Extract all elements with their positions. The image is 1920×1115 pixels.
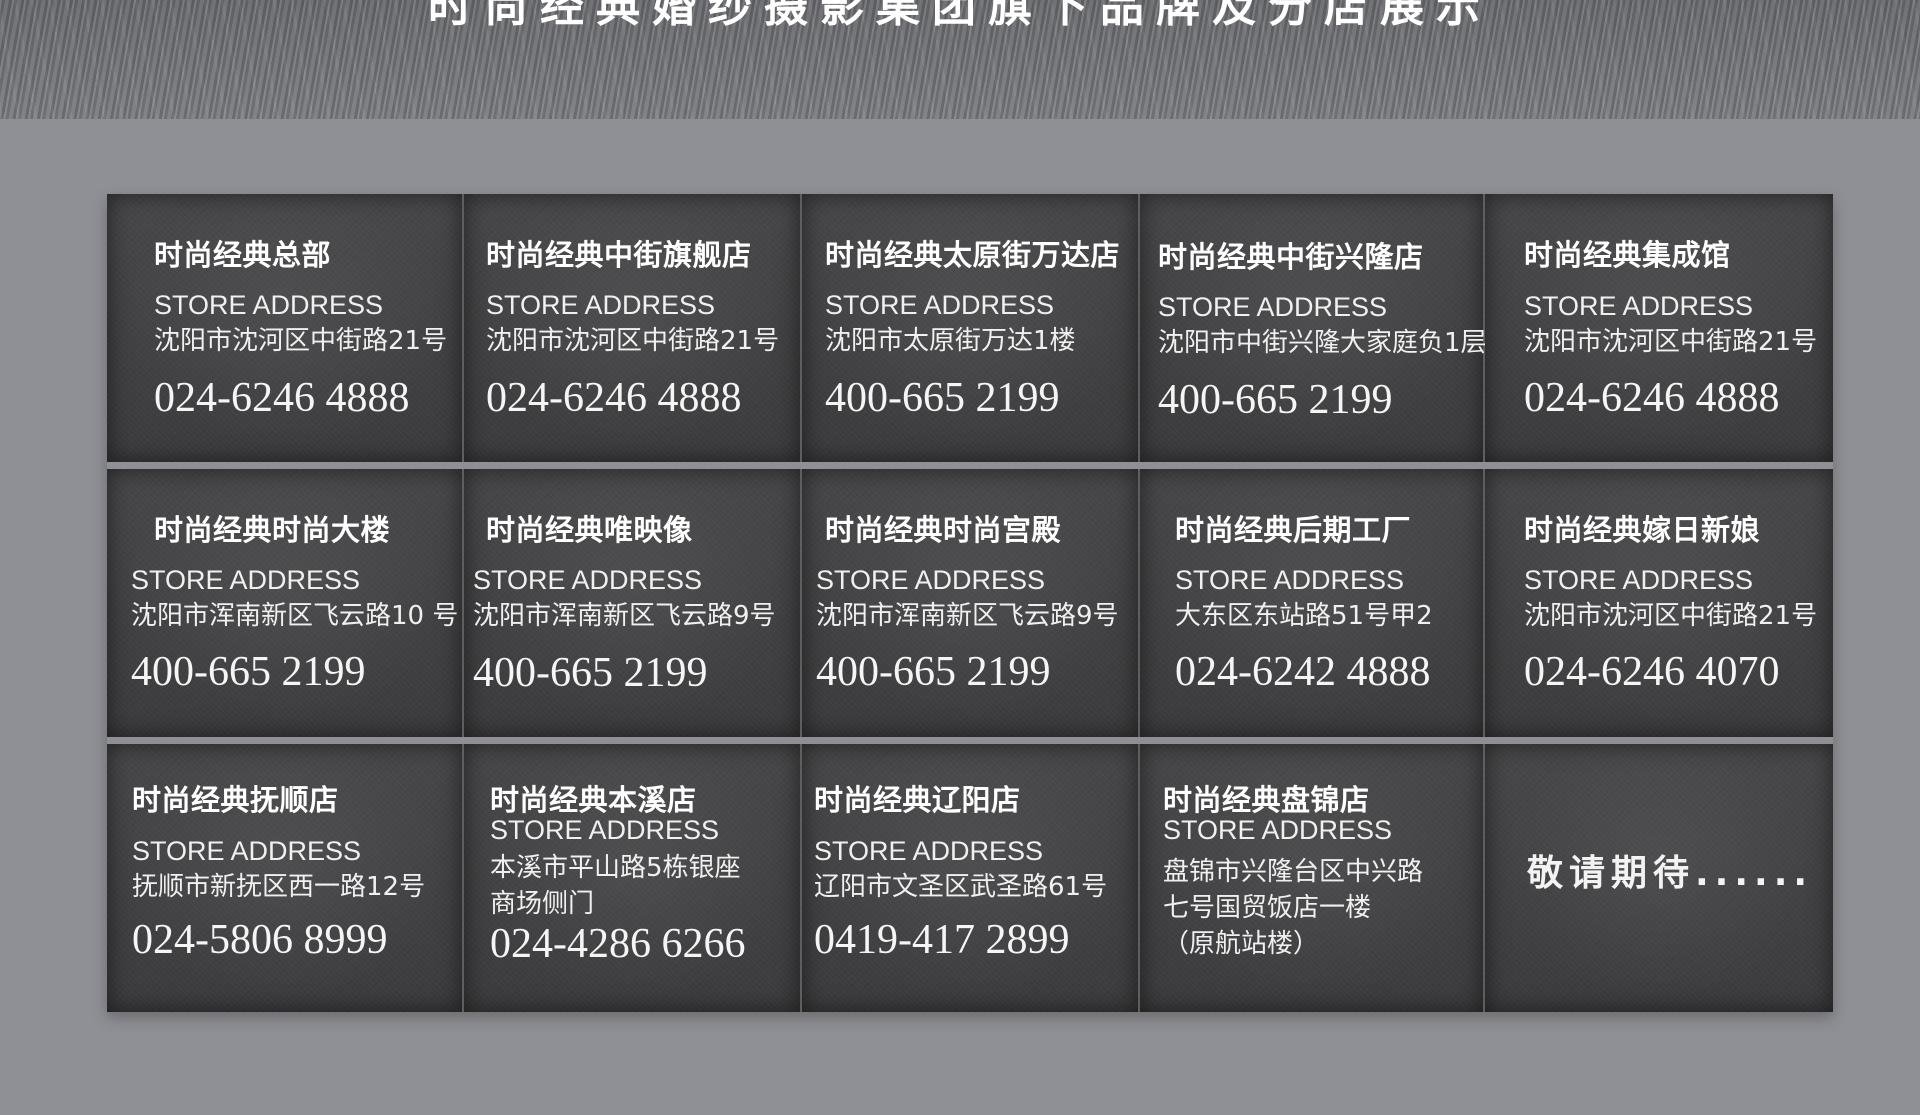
coming-soon-text: 敬请期待...... <box>1527 853 1814 894</box>
coming-soon-card: 敬请期待...... <box>1485 744 1833 1012</box>
store-address-label: STORE ADDRESS <box>814 836 1044 866</box>
store-phone: 400-665 2199 <box>131 649 366 695</box>
store-card: 时尚经典盘锦店 STORE ADDRESS 盘锦市兴隆台区中兴路 七号国贸饭店一… <box>1140 744 1485 1012</box>
store-address-line: 七号国贸饭店一楼 <box>1163 893 1372 923</box>
store-phone: 400-665 2199 <box>816 649 1051 695</box>
store-card: 时尚经典本溪店 STORE ADDRESS 本溪市平山路5栋银座 商场侧门 02… <box>464 744 802 1012</box>
store-phone: 024-6246 4888 <box>1524 375 1780 421</box>
store-card: 时尚经典总部 STORE ADDRESS 沈阳市沈河区中街路21号 024-62… <box>107 194 464 462</box>
store-grid: 时尚经典总部 STORE ADDRESS 沈阳市沈河区中街路21号 024-62… <box>107 194 1833 1012</box>
store-address-label: STORE ADDRESS <box>825 290 1055 320</box>
page-title: 时尚经典婚纱摄影集团旗下品牌及分店展示 <box>428 0 1492 32</box>
store-phone: 400-665 2199 <box>825 375 1060 421</box>
store-phone: 400-665 2199 <box>473 650 708 696</box>
store-row: 时尚经典时尚大楼 STORE ADDRESS 沈阳市浑南新区飞云路10 号 40… <box>107 469 1833 737</box>
store-address-line: 本溪市平山路5栋银座 <box>490 853 741 883</box>
store-address-line: 商场侧门 <box>490 889 595 919</box>
store-address-label: STORE ADDRESS <box>1175 565 1405 595</box>
store-name: 时尚经典后期工厂 <box>1175 513 1412 547</box>
store-address: 沈阳市沈河区中街路21号 <box>154 326 448 356</box>
store-card: 时尚经典太原街万达店 STORE ADDRESS 沈阳市太原街万达1楼 400-… <box>802 194 1140 462</box>
store-card: 时尚经典唯映像 STORE ADDRESS 沈阳市浑南新区飞云路9号 400-6… <box>464 469 802 737</box>
store-address-label: STORE ADDRESS <box>1524 291 1754 321</box>
store-name: 时尚经典抚顺店 <box>132 783 339 817</box>
store-address: 盘锦市兴隆台区中兴路 七号国贸饭店一楼 （原航站楼） <box>1163 854 1423 962</box>
store-address-label: STORE ADDRESS <box>131 565 361 595</box>
store-name: 时尚经典总部 <box>154 238 332 272</box>
store-row: 时尚经典总部 STORE ADDRESS 沈阳市沈河区中街路21号 024-62… <box>107 194 1833 462</box>
store-address-label: STORE ADDRESS <box>132 836 362 866</box>
store-address-label: STORE ADDRESS <box>154 290 384 320</box>
store-phone: 024-6246 4070 <box>1524 649 1780 695</box>
store-card: 时尚经典辽阳店 STORE ADDRESS 辽阳市文圣区武圣路61号 0419-… <box>802 744 1140 1012</box>
store-address-label: STORE ADDRESS <box>486 290 716 320</box>
store-phone: 024-4286 6266 <box>490 921 746 967</box>
header-banner: 时尚经典婚纱摄影集团旗下品牌及分店展示 <box>0 0 1920 119</box>
store-address: 沈阳市沈河区中街路21号 <box>1524 327 1818 357</box>
store-phone: 024-6242 4888 <box>1175 649 1431 695</box>
store-name: 时尚经典中街旗舰店 <box>486 238 752 272</box>
store-name: 时尚经典太原街万达店 <box>825 238 1121 272</box>
store-address-label: STORE ADDRESS <box>1524 565 1754 595</box>
store-phone: 024-6246 4888 <box>486 375 742 421</box>
store-address-line: （原航站楼） <box>1163 929 1320 959</box>
store-card: 时尚经典中街旗舰店 STORE ADDRESS 沈阳市沈河区中街路21号 024… <box>464 194 802 462</box>
store-name: 时尚经典时尚宫殿 <box>825 513 1062 547</box>
store-card: 时尚经典后期工厂 STORE ADDRESS 大东区东站路51号甲2 024-6… <box>1140 469 1485 737</box>
store-address: 沈阳市浑南新区飞云路9号 <box>816 601 1119 631</box>
store-address: 本溪市平山路5栋银座 商场侧门 <box>490 850 741 922</box>
store-address-label: STORE ADDRESS <box>1158 292 1388 322</box>
store-address-label: STORE ADDRESS <box>816 565 1046 595</box>
store-card: 时尚经典时尚大楼 STORE ADDRESS 沈阳市浑南新区飞云路10 号 40… <box>107 469 464 737</box>
store-phone: 0419-417 2899 <box>814 917 1070 963</box>
store-address: 抚顺市新抚区西一路12号 <box>132 872 426 902</box>
store-address: 沈阳市沈河区中街路21号 <box>486 326 780 356</box>
store-card: 时尚经典嫁日新娘 STORE ADDRESS 沈阳市沈河区中街路21号 024-… <box>1485 469 1833 737</box>
store-address: 沈阳市沈河区中街路21号 <box>1524 601 1818 631</box>
store-card: 时尚经典集成馆 STORE ADDRESS 沈阳市沈河区中街路21号 024-6… <box>1485 194 1833 462</box>
store-name: 时尚经典本溪店 <box>490 783 697 817</box>
store-address-label: STORE ADDRESS <box>473 565 703 595</box>
store-row: 时尚经典抚顺店 STORE ADDRESS 抚顺市新抚区西一路12号 024-5… <box>107 744 1833 1012</box>
store-name: 时尚经典唯映像 <box>486 513 693 547</box>
store-phone: 400-665 2199 <box>1158 377 1393 423</box>
store-phone: 024-6246 4888 <box>154 375 410 421</box>
store-card: 时尚经典抚顺店 STORE ADDRESS 抚顺市新抚区西一路12号 024-5… <box>107 744 464 1012</box>
store-name: 时尚经典嫁日新娘 <box>1524 513 1761 547</box>
store-name: 时尚经典中街兴隆店 <box>1158 240 1424 274</box>
store-address: 沈阳市浑南新区飞云路9号 <box>473 601 776 631</box>
store-name: 时尚经典时尚大楼 <box>154 513 391 547</box>
store-address: 沈阳市中街兴隆大家庭负1层 <box>1158 328 1487 358</box>
store-name: 时尚经典集成馆 <box>1524 238 1731 272</box>
store-card: 时尚经典时尚宫殿 STORE ADDRESS 沈阳市浑南新区飞云路9号 400-… <box>802 469 1140 737</box>
store-address: 辽阳市文圣区武圣路61号 <box>814 872 1108 902</box>
store-card: 时尚经典中街兴隆店 STORE ADDRESS 沈阳市中街兴隆大家庭负1层 40… <box>1140 194 1487 462</box>
store-phone: 024-5806 8999 <box>132 917 388 963</box>
store-address-label: STORE ADDRESS <box>490 815 720 845</box>
store-address-label: STORE ADDRESS <box>1163 815 1393 845</box>
store-name: 时尚经典辽阳店 <box>814 783 1021 817</box>
store-address: 沈阳市太原街万达1楼 <box>825 326 1076 356</box>
store-address-line: 盘锦市兴隆台区中兴路 <box>1163 857 1424 887</box>
store-address: 沈阳市浑南新区飞云路10 号 <box>131 601 459 631</box>
store-name: 时尚经典盘锦店 <box>1163 783 1370 817</box>
store-address: 大东区东站路51号甲2 <box>1175 601 1433 631</box>
